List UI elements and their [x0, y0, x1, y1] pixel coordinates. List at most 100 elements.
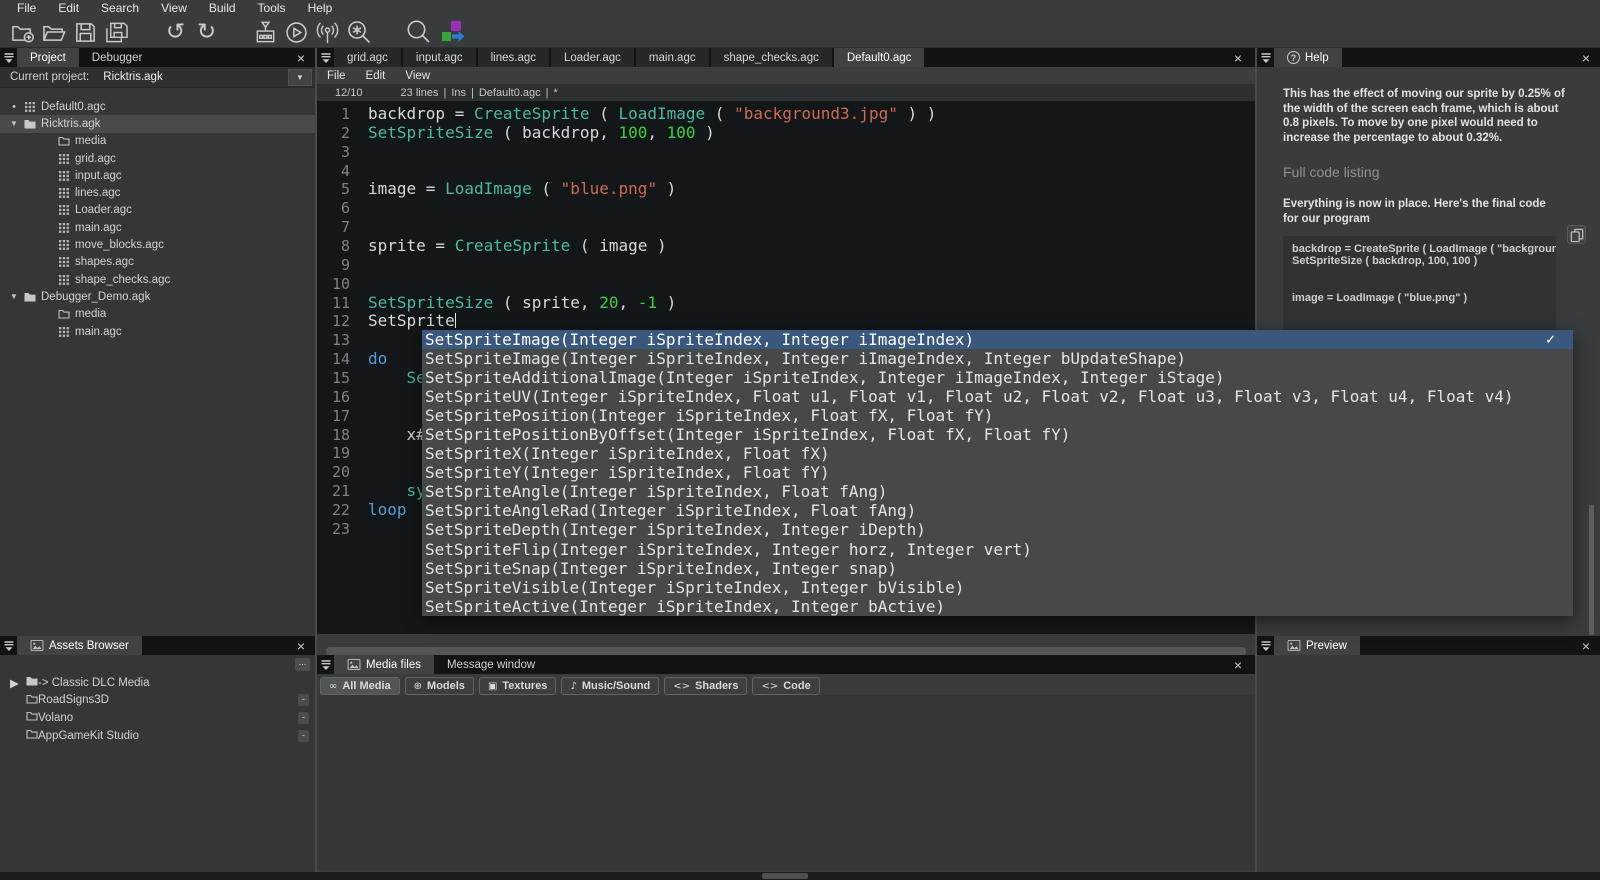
autocomplete-item[interactable]: SetSpritePositionByOffset(Integer iSprit…	[422, 425, 1573, 444]
collapse-button[interactable]: -	[298, 712, 309, 724]
undo-icon[interactable]: ↺	[160, 18, 191, 46]
filter-models[interactable]: ⊕Models	[405, 677, 474, 695]
menu-help[interactable]: Help	[297, 0, 344, 17]
dock-icon[interactable]	[317, 48, 334, 67]
compile-icon[interactable]	[250, 18, 281, 46]
redo-icon[interactable]: ↻	[191, 18, 222, 46]
editor-tab-shape-checks-agc[interactable]: shape_checks.agc	[711, 48, 832, 67]
tree-item-media[interactable]: media	[0, 306, 315, 323]
tree-item-shape-checks-agc[interactable]: shape_checks.agc	[0, 271, 315, 288]
editor-tab-main-agc[interactable]: main.agc	[636, 48, 709, 67]
autocomplete-item[interactable]: SetSpritePosition(Integer iSpriteIndex, …	[422, 406, 1573, 425]
tree-item-main-agc[interactable]: main.agc	[0, 323, 315, 340]
new-project-icon[interactable]	[8, 18, 39, 46]
save-all-icon[interactable]	[101, 18, 132, 46]
help-scrollbar[interactable]	[1589, 505, 1594, 635]
debug-icon[interactable]	[343, 18, 374, 46]
asset-folder-volano[interactable]: Volano-	[0, 709, 315, 727]
bottom-scrollbar-handle[interactable]	[762, 873, 808, 879]
dock-icon[interactable]	[317, 655, 334, 674]
dock-icon[interactable]	[1257, 636, 1274, 655]
tree-item-move-blocks-agc[interactable]: move_blocks.agc	[0, 236, 315, 253]
dock-icon[interactable]	[0, 636, 17, 655]
asset-folder-classic-dlc-media[interactable]: ▶-> Classic DLC Media	[0, 674, 315, 692]
tab-project[interactable]: Project	[17, 48, 79, 67]
editor-tab-lines-agc[interactable]: lines.agc	[478, 48, 549, 67]
close-icon[interactable]: ×	[1231, 48, 1245, 67]
tree-item-lines-agc[interactable]: lines.agc	[0, 184, 315, 201]
close-icon[interactable]: ×	[294, 636, 308, 655]
tree-item-main-agc[interactable]: main.agc	[0, 219, 315, 236]
tab-label: Message window	[447, 659, 535, 671]
collapse-button[interactable]: -	[298, 730, 309, 742]
tree-item-media[interactable]: media	[0, 133, 315, 150]
filter-textures[interactable]: ▣Textures	[479, 677, 557, 695]
export-icon[interactable]	[437, 18, 468, 46]
project-dropdown-button[interactable]: ▼	[288, 69, 312, 86]
autocomplete-item[interactable]: SetSpriteAngleRad(Integer iSpriteIndex, …	[422, 501, 1573, 520]
filter-code[interactable]: <>Code	[752, 677, 819, 695]
autocomplete-item[interactable]: SetSpriteY(Integer iSpriteIndex, Float f…	[422, 463, 1573, 482]
tree-item-label: shapes.agc	[75, 256, 134, 268]
run-icon[interactable]	[281, 18, 312, 46]
close-icon[interactable]: ×	[1579, 636, 1593, 655]
autocomplete-item[interactable]: SetSpriteAdditionalImage(Integer iSprite…	[422, 368, 1573, 387]
asset-folder-appgamekit-studio[interactable]: AppGameKit Studio-	[0, 727, 315, 745]
broadcast-icon[interactable]	[312, 18, 343, 46]
tree-item-shapes-agc[interactable]: shapes.agc	[0, 254, 315, 271]
search-icon[interactable]	[402, 18, 433, 46]
open-project-icon[interactable]	[39, 18, 70, 46]
close-icon[interactable]: ×	[1579, 48, 1593, 67]
tab-assets-browser[interactable]: Assets Browser	[17, 636, 142, 655]
editor-menu-view[interactable]: View	[395, 70, 440, 82]
copy-code-button[interactable]	[1567, 225, 1586, 244]
menu-edit[interactable]: Edit	[47, 0, 90, 17]
filter-all-media[interactable]: ∞All Media	[320, 677, 400, 695]
tree-item-loader-agc[interactable]: Loader.agc	[0, 202, 315, 219]
editor-tab-default0-agc[interactable]: Default0.agc	[834, 48, 925, 67]
tree-item-grid-agc[interactable]: grid.agc	[0, 150, 315, 167]
autocomplete-item[interactable]: SetSpriteActive(Integer iSpriteIndex, In…	[422, 597, 1573, 616]
close-icon[interactable]: ×	[294, 48, 308, 67]
editor-menu-file[interactable]: File	[317, 70, 356, 82]
menu-view[interactable]: View	[150, 0, 198, 17]
dock-icon[interactable]	[0, 48, 17, 67]
tab-help[interactable]: ? Help	[1274, 48, 1342, 67]
menu-file[interactable]: File	[6, 0, 47, 17]
tab-preview[interactable]: Preview	[1274, 636, 1360, 655]
tree-item-default0-agc[interactable]: •Default0.agc	[0, 98, 315, 115]
collapse-button[interactable]: -	[298, 694, 309, 706]
tree-item-debugger-demo-agk[interactable]: ▼Debugger_Demo.agk	[0, 288, 315, 305]
chevron-right-icon[interactable]: ▶	[10, 676, 26, 690]
save-icon[interactable]	[70, 18, 101, 46]
autocomplete-item[interactable]: SetSpriteUV(Integer iSpriteIndex, Float …	[422, 387, 1573, 406]
close-icon[interactable]: ×	[1231, 655, 1245, 674]
filter-shaders[interactable]: <>Shaders	[664, 677, 747, 695]
editor-menu-edit[interactable]: Edit	[356, 70, 396, 82]
tree-item-input-agc[interactable]: input.agc	[0, 167, 315, 184]
autocomplete-item[interactable]: SetSpriteAngle(Integer iSpriteIndex, Flo…	[422, 482, 1573, 501]
chevron-down-icon[interactable]: ▼	[7, 119, 21, 128]
tab-media-files[interactable]: Media files	[334, 655, 434, 674]
dock-icon[interactable]	[1257, 48, 1274, 67]
autocomplete-item[interactable]: SetSpriteVisible(Integer iSpriteIndex, I…	[422, 578, 1573, 597]
asset-folder-roadsigns3d[interactable]: RoadSigns3D-	[0, 692, 315, 710]
chevron-down-icon[interactable]: ▼	[7, 292, 21, 301]
autocomplete-item[interactable]: SetSpriteSnap(Integer iSpriteIndex, Inte…	[422, 559, 1573, 578]
autocomplete-item[interactable]: SetSpriteX(Integer iSpriteIndex, Float f…	[422, 444, 1573, 463]
autocomplete-item[interactable]: SetSpriteImage(Integer iSpriteIndex, Int…	[422, 349, 1573, 368]
tree-item-ricktris-agk[interactable]: ▼Ricktris.agk	[0, 115, 315, 132]
autocomplete-item[interactable]: SetSpriteFlip(Integer iSpriteIndex, Inte…	[422, 540, 1573, 559]
tab-debugger[interactable]: Debugger	[79, 48, 156, 67]
menu-tools[interactable]: Tools	[247, 0, 297, 17]
autocomplete-item[interactable]: SetSpriteImage(Integer iSpriteIndex, Int…	[422, 330, 1573, 349]
editor-tab-loader-agc[interactable]: Loader.agc	[551, 48, 634, 67]
menu-search[interactable]: Search	[90, 0, 150, 17]
autocomplete-item[interactable]: SetSpriteDepth(Integer iSpriteIndex, Int…	[422, 520, 1573, 539]
tab-message-window[interactable]: Message window	[434, 655, 548, 674]
menu-build[interactable]: Build	[198, 0, 247, 17]
editor-tab-input-agc[interactable]: input.agc	[403, 48, 476, 67]
editor-tab-grid-agc[interactable]: grid.agc	[334, 48, 401, 67]
assets-menu-button[interactable]: ...	[295, 658, 310, 671]
filter-music-sound[interactable]: ♪Music/Sound	[561, 677, 659, 695]
